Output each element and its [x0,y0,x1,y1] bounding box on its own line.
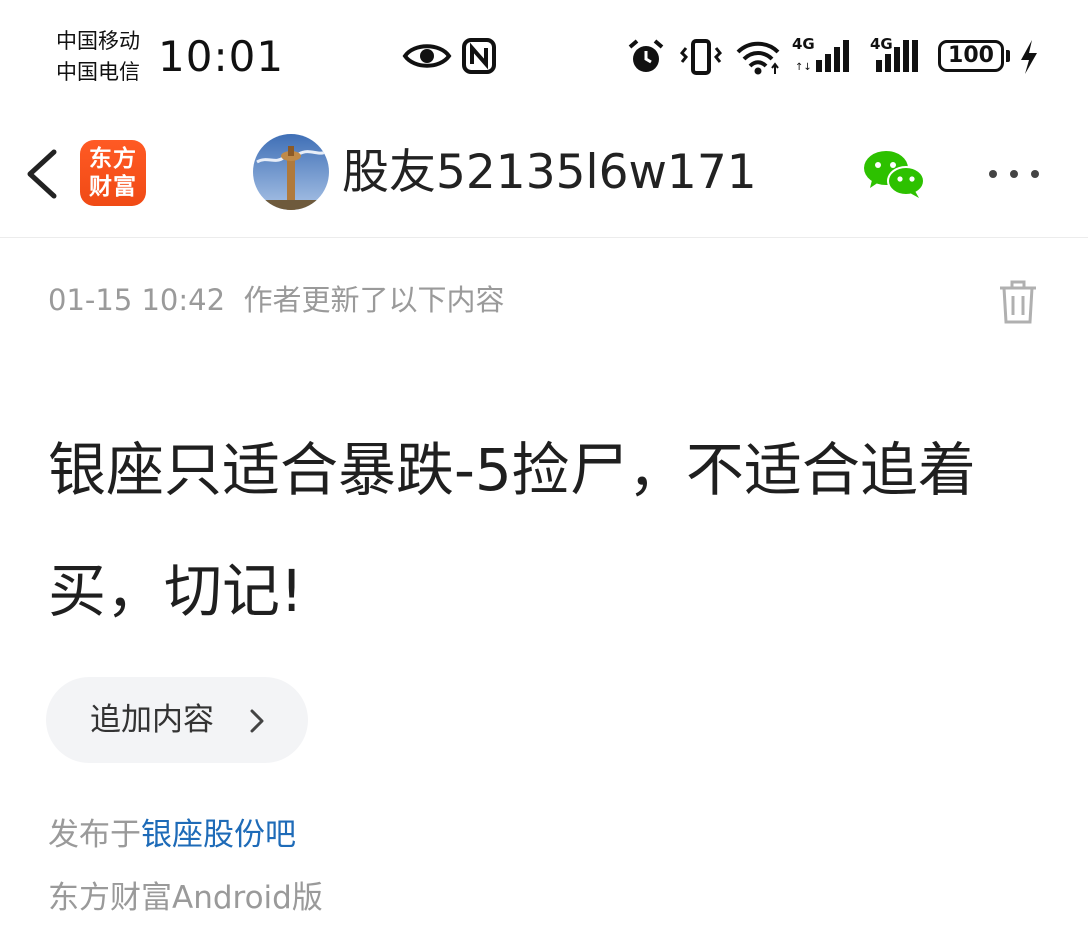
forum-link[interactable]: 银座股份吧 [141,817,296,853]
avatar[interactable] [253,134,329,210]
trash-icon [1000,280,1036,324]
app-logo-text: 东方财富 [89,146,137,200]
more-icon [989,170,1039,178]
update-note: 作者更新了以下内容 [243,283,505,317]
avatar-image [253,134,329,210]
update-meta: 01-15 10:42 作者更新了以下内容 [48,280,505,320]
published-in: 发布于银座股份吧 [48,813,296,857]
more-button[interactable] [984,160,1044,188]
post-detail-screen: 中国移动 中国电信 10:01 4G ↑↓ 4G 100 东方财富 股友5213… [0,0,1088,927]
nav-bar: 东方财富 股友52135l6w171 [0,110,1088,238]
published-prefix: 发布于 [48,817,141,853]
share-wechat-button[interactable] [862,148,926,200]
carrier-1: 中国移动 [56,29,140,53]
append-content-button[interactable]: 追加内容 [46,677,308,763]
append-content-label: 追加内容 [90,702,214,738]
battery-nub [1006,50,1010,62]
username[interactable]: 股友52135l6w171 [342,138,757,208]
vibrate-icon [679,39,723,75]
svg-text:↑↓: ↑↓ [795,62,812,73]
carrier-labels: 中国移动 中国电信 [56,26,140,88]
nfc-icon [462,38,496,74]
charging-icon [1021,40,1037,74]
battery-indicator: 100 [938,40,1004,72]
app-logo[interactable]: 东方财富 [80,140,146,206]
update-timestamp: 01-15 10:42 [48,283,226,317]
status-time: 10:01 [158,32,285,81]
chevron-right-icon [250,709,264,733]
wifi-icon [736,41,780,75]
signal-icon-2: 4G [870,34,930,76]
carrier-2: 中国电信 [56,60,140,84]
client-label: 东方财富Android版 [48,880,323,916]
delete-button[interactable] [996,278,1040,326]
back-icon [27,149,57,199]
wechat-icon [864,151,925,198]
signal-icon: 4G ↑↓ [792,34,860,76]
eye-icon [402,44,452,68]
back-button[interactable] [18,146,68,202]
alarm-icon [628,39,664,72]
status-bar: 中国移动 中国电信 10:01 4G ↑↓ 4G 100 [0,0,1088,110]
post-content: 银座只适合暴跌-5捡尸，不适合追着买，切记! [48,436,976,625]
